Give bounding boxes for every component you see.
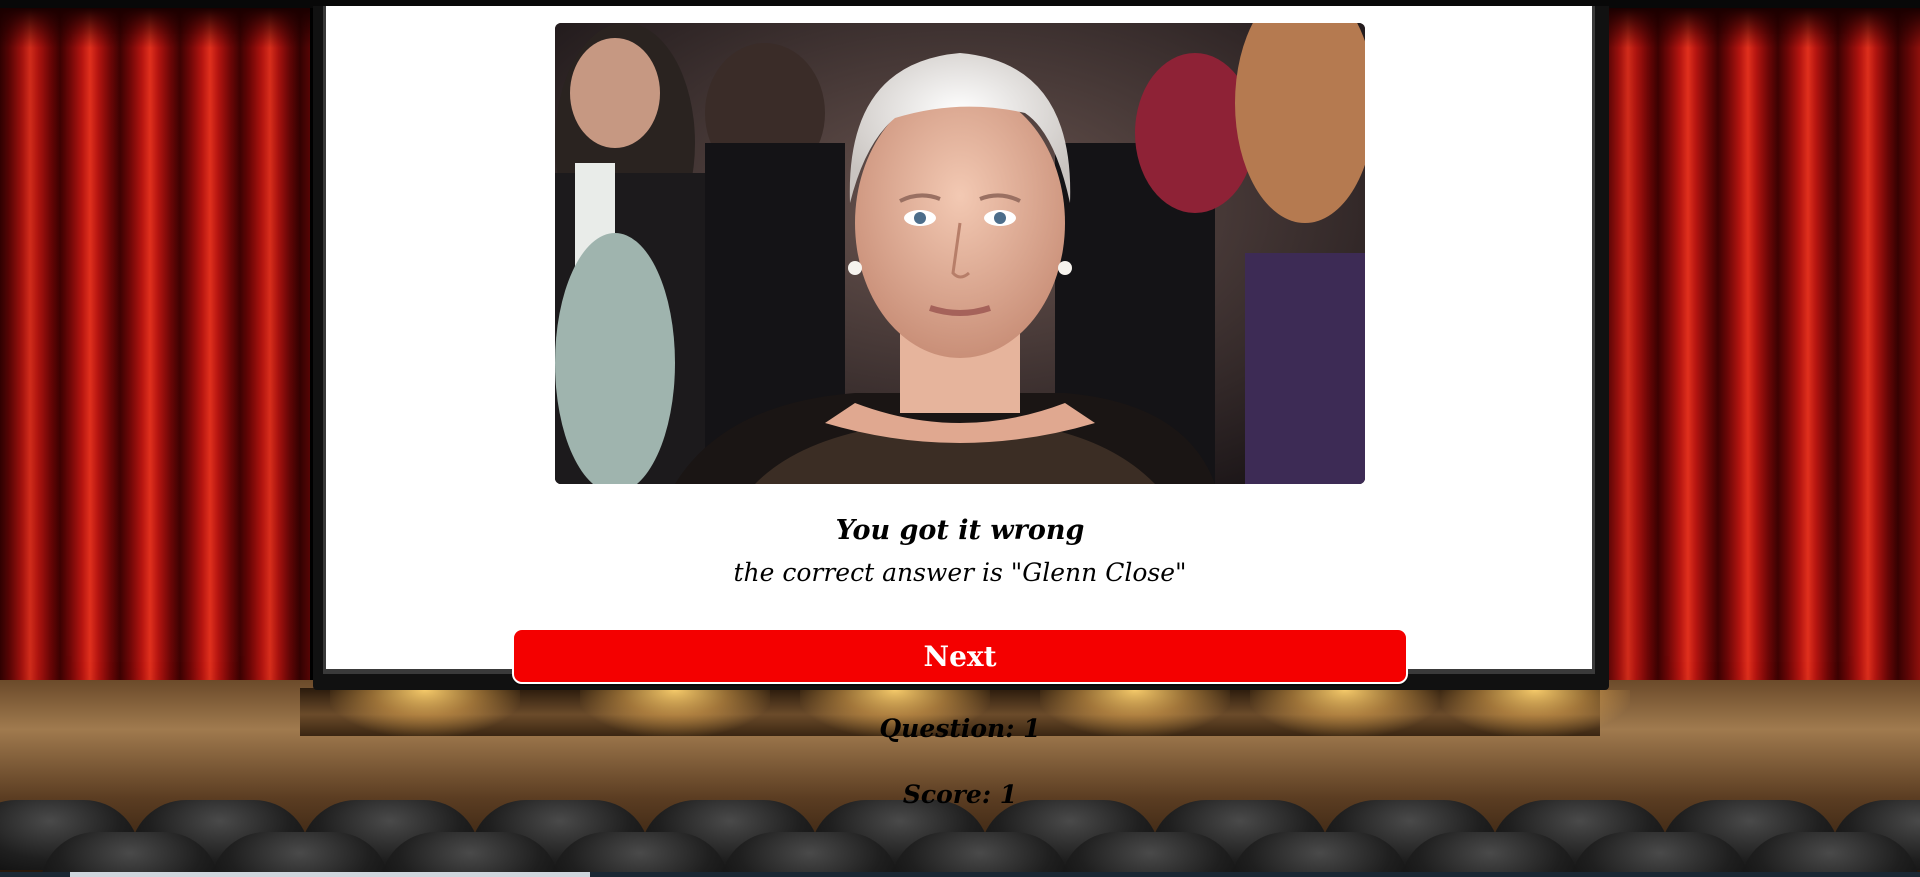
scrollbar-thumb[interactable]	[70, 872, 590, 877]
result-heading: You got it wrong	[835, 515, 1085, 546]
curtain-shade	[1598, 8, 1920, 48]
correct-answer-text: the correct answer is "Glenn Close"	[733, 558, 1187, 587]
actor-photo	[555, 23, 1365, 484]
next-button[interactable]: Next	[512, 628, 1408, 684]
stage-light	[580, 690, 770, 736]
left-curtain	[0, 8, 310, 768]
right-curtain	[1598, 8, 1920, 768]
score-counter: Score: 1	[902, 780, 1018, 809]
question-counter: Question: 1	[879, 714, 1041, 743]
stage-light	[1250, 690, 1440, 736]
audience-seats	[0, 800, 1920, 877]
curtain-shade	[0, 8, 310, 48]
portrait-image	[555, 23, 1365, 484]
stage-light	[330, 690, 520, 736]
bottom-scrollbar[interactable]	[0, 872, 1920, 877]
stage-light	[1440, 690, 1630, 736]
theater-stage: You got it wrong the correct answer is "…	[0, 0, 1920, 877]
